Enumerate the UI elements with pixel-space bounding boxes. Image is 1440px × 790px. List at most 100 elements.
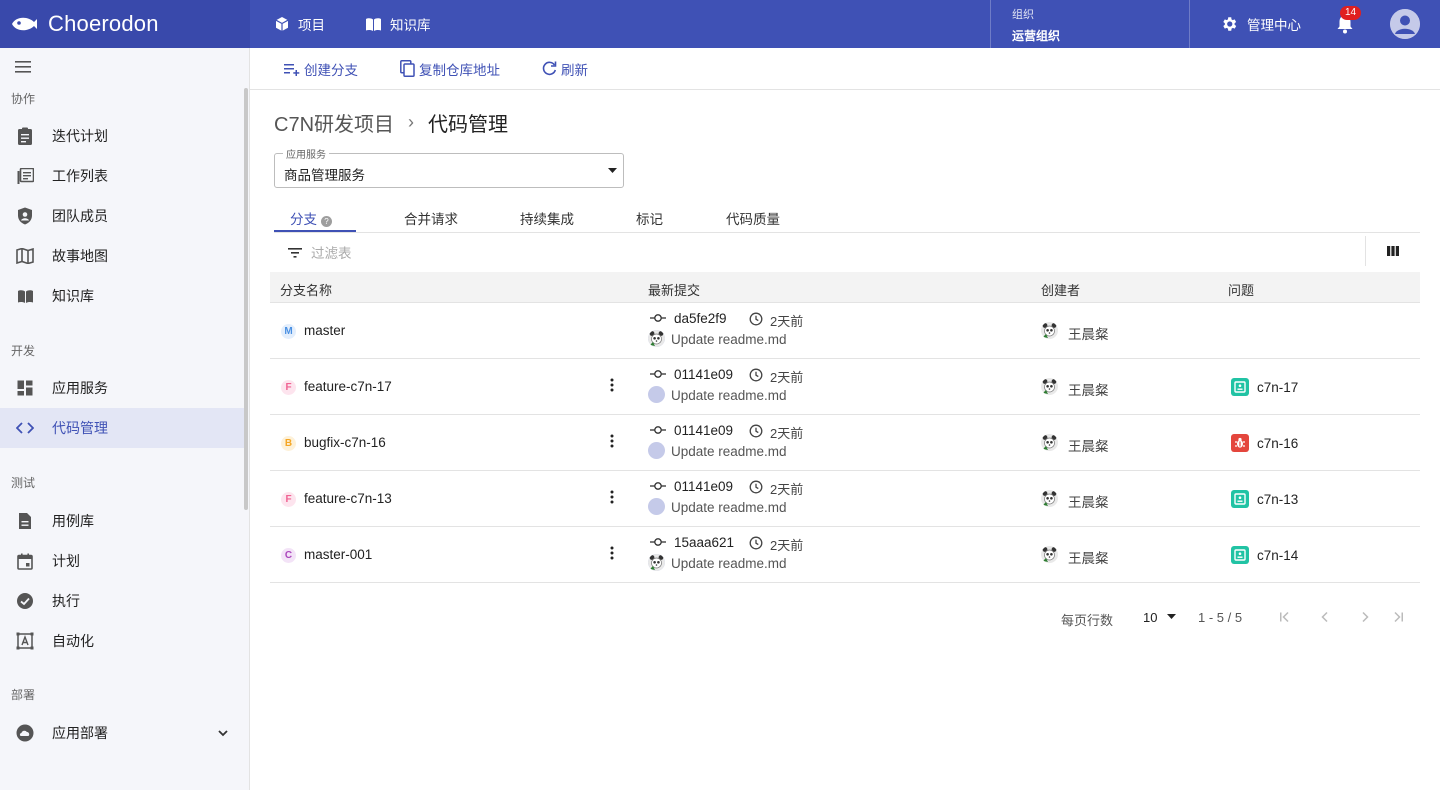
sidebar-item-knowledge[interactable]: 知识库 — [0, 276, 244, 316]
sidebar-item-app-deploy[interactable]: 应用部署 — [0, 713, 244, 753]
clipboard-icon — [16, 127, 34, 145]
commit-sha[interactable]: 01141e09 — [674, 423, 733, 438]
user-avatar[interactable] — [1390, 9, 1420, 39]
first-page-icon[interactable] — [1278, 610, 1292, 624]
create-branch-button[interactable]: 创建分支 — [284, 59, 358, 79]
sidebar-scrollbar[interactable] — [244, 88, 248, 510]
tab-tags[interactable]: 标记 — [636, 208, 663, 228]
admin-center-button[interactable]: 管理中心 — [1220, 0, 1301, 48]
notification-badge: 14 — [1340, 6, 1362, 20]
commit-icon — [650, 368, 666, 383]
sidebar-item-work-list[interactable]: 工作列表 — [0, 156, 244, 196]
column-header-latest-commit[interactable]: 最新提交 — [648, 280, 700, 299]
tab-ci[interactable]: 持续集成 — [520, 208, 574, 228]
tab-merge-requests[interactable]: 合并请求 — [404, 208, 458, 228]
commit-message[interactable]: Update readme.md — [671, 500, 787, 515]
commit-time: 2天前 — [770, 538, 804, 553]
more-vert-icon[interactable] — [610, 434, 614, 451]
nav-knowledge-label: 知识库 — [390, 18, 431, 33]
issue-link[interactable]: c7n-13 — [1257, 492, 1298, 507]
sidebar-item-sprint-plan[interactable]: 迭代计划 — [0, 116, 244, 156]
sidebar-item-case-library[interactable]: 用例库 — [0, 501, 244, 541]
brand[interactable]: Choerodon — [0, 0, 250, 48]
sidebar-item-execute[interactable]: 执行 — [0, 581, 244, 621]
more-vert-icon[interactable] — [610, 490, 614, 507]
nav-knowledge[interactable]: 知识库 — [365, 14, 431, 34]
commit-message[interactable]: Update readme.md — [671, 388, 787, 403]
table-row[interactable]: Ffeature-c7n-13 01141e09 2天前 Update readme.… — [270, 471, 1420, 527]
code-icon — [16, 419, 34, 437]
commit-message[interactable]: Update readme.md — [671, 332, 787, 347]
more-vert-icon[interactable] — [610, 378, 614, 395]
commit-message[interactable]: Update readme.md — [671, 444, 787, 459]
tab-code-quality[interactable]: 代码质量 — [726, 208, 780, 228]
column-settings-button[interactable] — [1365, 236, 1420, 266]
commit-sha[interactable]: 15aaa621 — [674, 535, 734, 550]
refresh-button[interactable]: 刷新 — [542, 59, 588, 79]
column-header-branch-name[interactable]: 分支名称 — [280, 280, 332, 299]
table-row[interactable]: Cmaster-001 15aaa621 2天前 Update readme.md 王晨… — [270, 527, 1420, 583]
commit-sha[interactable]: 01141e09 — [674, 479, 733, 494]
sidebar-item-story-map[interactable]: 故事地图 — [0, 236, 244, 276]
nav-projects[interactable]: 项目 — [274, 14, 325, 34]
creator-name: 王晨粲 — [1068, 495, 1109, 510]
sidebar-group-collab: 协作 — [11, 92, 36, 106]
column-header-creator[interactable]: 创建者 — [1041, 280, 1080, 299]
tab-branches[interactable]: 分支? — [290, 208, 332, 228]
branch-name[interactable]: feature-c7n-13 — [304, 491, 392, 506]
sidebar-item-label: 用例库 — [52, 513, 94, 529]
app-service-select[interactable]: 应用服务 商品管理服务 — [274, 146, 624, 188]
copy-repo-url-button[interactable]: 复制仓库地址 — [400, 59, 500, 79]
sidebar-item-label: 迭代计划 — [52, 128, 108, 144]
tab-active-indicator — [274, 230, 356, 232]
branch-name[interactable]: bugfix-c7n-16 — [304, 435, 386, 450]
table-header: 分支名称 最新提交 创建者 问题 — [270, 272, 1420, 303]
story-icon — [1231, 546, 1249, 564]
more-vert-icon[interactable] — [610, 546, 614, 563]
org-switcher[interactable]: 组织 运营组织 — [990, 0, 1190, 48]
chevron-down-icon[interactable] — [218, 729, 228, 737]
table-row[interactable]: Bbugfix-c7n-16 01141e09 2天前 Update readme.m… — [270, 415, 1420, 471]
commit-author-avatar — [648, 554, 665, 571]
commit-time: 2天前 — [770, 426, 804, 441]
playlist-add-icon — [284, 63, 300, 76]
sidebar-item-plan[interactable]: 计划 — [0, 541, 244, 581]
filter-input[interactable] — [311, 245, 711, 261]
sidebar-item-team-members[interactable]: 团队成员 — [0, 196, 244, 236]
prev-page-icon[interactable] — [1318, 610, 1332, 624]
cloud-icon — [16, 724, 34, 742]
branch-name[interactable]: feature-c7n-17 — [304, 379, 392, 394]
caret-down-icon[interactable] — [1167, 614, 1176, 619]
filter-icon[interactable] — [288, 248, 302, 258]
issue-link[interactable]: c7n-17 — [1257, 380, 1298, 395]
filter-bar — [274, 236, 1420, 270]
chevron-right-icon: › — [408, 112, 415, 132]
commit-sha[interactable]: 01141e09 — [674, 367, 733, 382]
commit-icon — [650, 312, 666, 327]
last-page-icon[interactable] — [1391, 610, 1405, 624]
commit-author-avatar — [648, 386, 665, 403]
menu-icon[interactable] — [15, 60, 33, 74]
story-icon — [1231, 378, 1249, 396]
table-row[interactable]: Mmaster da5fe2f9 2天前 Update readme.md 王晨粲 — [270, 303, 1420, 359]
copy-icon — [400, 60, 415, 77]
clock-icon — [749, 480, 763, 497]
sidebar-item-app-service[interactable]: 应用服务 — [0, 368, 244, 408]
issue-link[interactable]: c7n-14 — [1257, 548, 1298, 563]
column-header-issue[interactable]: 问题 — [1228, 280, 1254, 299]
shield-user-icon — [16, 207, 34, 225]
sidebar-item-code-management[interactable]: 代码管理 — [0, 408, 244, 448]
next-page-icon[interactable] — [1358, 610, 1372, 624]
page-size-select[interactable]: 10 — [1143, 610, 1157, 625]
branch-type-badge: B — [281, 436, 296, 451]
table-row[interactable]: Ffeature-c7n-17 01141e09 2天前 Update readme.… — [270, 359, 1420, 415]
help-icon[interactable]: ? — [321, 216, 332, 227]
sidebar-item-automation[interactable]: 自动化 — [0, 621, 244, 661]
document-icon — [16, 512, 34, 530]
commit-message[interactable]: Update readme.md — [671, 556, 787, 571]
breadcrumb-project[interactable]: C7N研发项目 — [274, 108, 394, 137]
branch-name[interactable]: master-001 — [304, 547, 372, 562]
issue-link[interactable]: c7n-16 — [1257, 436, 1298, 451]
commit-sha[interactable]: da5fe2f9 — [674, 311, 727, 326]
branch-name[interactable]: master — [304, 323, 345, 338]
